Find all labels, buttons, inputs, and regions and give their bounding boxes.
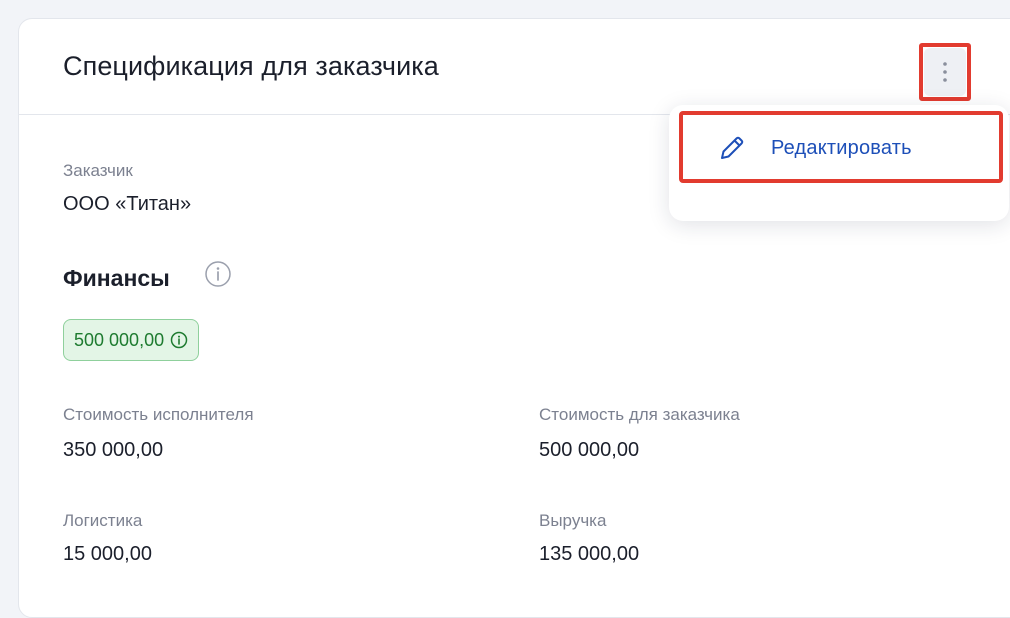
total-amount-value: 500 000,00 xyxy=(74,329,165,350)
card-title: Спецификация для заказчика xyxy=(63,51,439,81)
executor-cost-label: Стоимость исполнителя xyxy=(63,405,254,424)
logistics-label: Логистика xyxy=(63,511,143,530)
specification-card: Спецификация для заказчика Заказчик ООО … xyxy=(18,18,1010,618)
revenue-value: 135 000,00 xyxy=(539,543,640,565)
actions-dropdown-menu: Редактировать xyxy=(669,105,1009,221)
revenue-label: Выручка xyxy=(539,511,607,530)
customer-cost-value: 500 000,00 xyxy=(539,439,640,461)
finance-section-title: Финансы xyxy=(63,265,170,291)
menu-item-edit-label: Редактировать xyxy=(771,137,912,159)
customer-cost-label: Стоимость для заказчика xyxy=(539,405,740,424)
vertical-dots-icon xyxy=(943,62,947,82)
pencil-icon xyxy=(721,136,744,159)
info-icon xyxy=(170,331,188,349)
menu-item-edit[interactable]: Редактировать xyxy=(679,111,1003,183)
card-header: Спецификация для заказчика xyxy=(19,19,1010,115)
customer-label: Заказчик xyxy=(63,161,133,180)
info-icon[interactable] xyxy=(204,260,232,288)
more-actions-button-surface[interactable] xyxy=(924,48,966,96)
total-amount-badge[interactable]: 500 000,00 xyxy=(63,319,200,361)
executor-cost-value: 350 000,00 xyxy=(63,439,164,461)
customer-value: ООО «Титан» xyxy=(63,193,192,215)
logistics-value: 15 000,00 xyxy=(63,543,152,565)
more-actions-button[interactable] xyxy=(919,43,971,101)
